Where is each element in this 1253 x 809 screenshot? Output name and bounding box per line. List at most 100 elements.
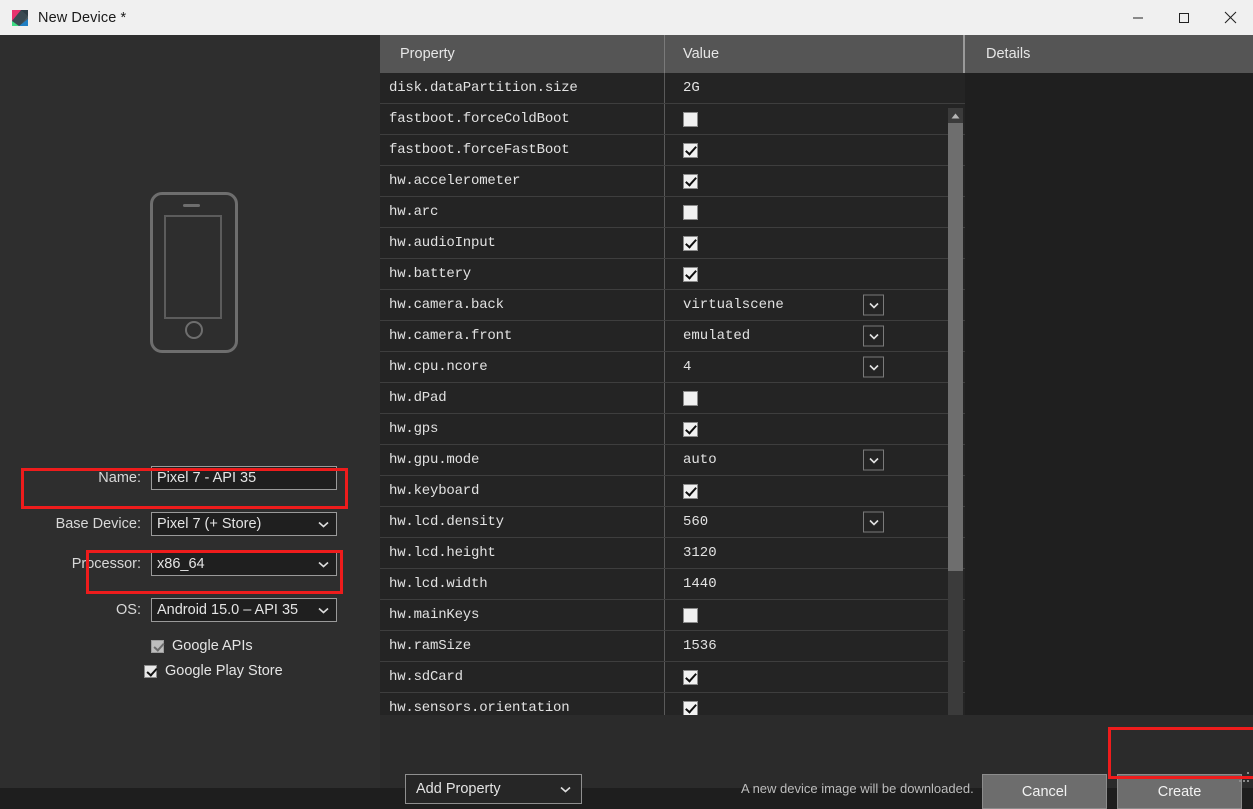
value-dropdown-button[interactable] <box>863 357 884 378</box>
property-value-cell[interactable]: emulated <box>665 321 965 351</box>
table-row[interactable]: hw.gps <box>380 414 965 445</box>
table-vertical-scrollbar[interactable] <box>948 108 963 744</box>
table-header: Property Value <box>380 35 965 73</box>
resize-grip-icon[interactable] <box>1237 772 1250 785</box>
maximize-button[interactable] <box>1161 0 1207 35</box>
value-checkbox-unchecked[interactable] <box>683 391 698 406</box>
processor-select[interactable]: x86_64 <box>151 552 337 576</box>
table-row[interactable]: hw.cpu.ncore4 <box>380 352 965 383</box>
table-row[interactable]: hw.dPad <box>380 383 965 414</box>
cancel-button[interactable]: Cancel <box>982 774 1107 809</box>
property-name-cell: hw.sdCard <box>380 662 665 692</box>
table-row[interactable]: hw.mainKeys <box>380 600 965 631</box>
value-checkbox-checked[interactable] <box>683 174 698 189</box>
property-value-cell[interactable]: 1440 <box>665 569 965 599</box>
table-row[interactable]: hw.arc <box>380 197 965 228</box>
scroll-up-arrow-icon[interactable] <box>948 108 963 123</box>
property-name-cell: hw.arc <box>380 197 665 227</box>
property-value-cell[interactable]: 2G <box>665 73 965 103</box>
table-row[interactable]: hw.gpu.modeauto <box>380 445 965 476</box>
table-row[interactable]: fastboot.forceColdBoot <box>380 104 965 135</box>
table-row[interactable]: hw.camera.backvirtualscene <box>380 290 965 321</box>
scrollbar-thumb[interactable] <box>948 123 963 571</box>
table-row[interactable]: hw.lcd.width1440 <box>380 569 965 600</box>
details-title: Details <box>965 35 1253 73</box>
add-property-select[interactable]: Add Property <box>405 774 582 804</box>
google-play-store-checkbox-row[interactable]: Google Play Store <box>144 663 283 679</box>
property-value-cell[interactable] <box>665 414 965 444</box>
table-row[interactable]: hw.battery <box>380 259 965 290</box>
column-header-value[interactable]: Value <box>665 35 965 73</box>
property-value-cell[interactable] <box>665 383 965 413</box>
value-checkbox-checked[interactable] <box>683 143 698 158</box>
property-value-cell[interactable] <box>665 662 965 692</box>
value-checkbox-checked[interactable] <box>683 670 698 685</box>
column-header-property[interactable]: Property <box>380 35 665 73</box>
minimize-button[interactable] <box>1115 0 1161 35</box>
chevron-down-icon <box>318 516 329 532</box>
property-value-cell[interactable]: 560 <box>665 507 965 537</box>
value-checkbox-checked[interactable] <box>683 701 698 716</box>
value-checkbox-checked[interactable] <box>683 267 698 282</box>
details-panel: Details <box>965 35 1253 715</box>
table-row[interactable]: hw.ramSize 1536 <box>380 631 965 662</box>
property-value-cell[interactable]: virtualscene <box>665 290 965 320</box>
dialog-footer: Add Property A new device image will be … <box>380 715 1253 788</box>
table-row[interactable]: hw.keyboard <box>380 476 965 507</box>
value-dropdown-button[interactable] <box>863 450 884 471</box>
property-value-cell[interactable] <box>665 600 965 630</box>
google-apis-checkbox <box>151 640 164 653</box>
property-name-cell: hw.lcd.height <box>380 538 665 568</box>
property-value-cell[interactable] <box>665 104 965 134</box>
table-row[interactable]: hw.camera.frontemulated <box>380 321 965 352</box>
table-row[interactable]: hw.accelerometer <box>380 166 965 197</box>
window-controls <box>1115 0 1253 35</box>
property-value-cell[interactable]: auto <box>665 445 965 475</box>
close-button[interactable] <box>1207 0 1253 35</box>
property-value-cell[interactable]: 1536 <box>665 631 965 661</box>
table-row[interactable]: hw.sdCard <box>380 662 965 693</box>
value-checkbox-checked[interactable] <box>683 484 698 499</box>
value-checkbox-checked[interactable] <box>683 422 698 437</box>
value-checkbox-unchecked[interactable] <box>683 608 698 623</box>
google-play-store-checkbox <box>144 665 157 678</box>
phone-speaker-icon <box>183 204 200 207</box>
table-row[interactable]: hw.audioInput <box>380 228 965 259</box>
value-dropdown-button[interactable] <box>863 295 884 316</box>
base-device-select[interactable]: Pixel 7 (+ Store) <box>151 512 337 536</box>
download-note: A new device image will be downloaded. <box>741 781 974 796</box>
value-text: 3120 <box>683 545 717 561</box>
property-value-cell[interactable]: 4 <box>665 352 965 382</box>
value-checkbox-unchecked[interactable] <box>683 205 698 220</box>
property-value-cell[interactable] <box>665 259 965 289</box>
property-name-cell: hw.lcd.width <box>380 569 665 599</box>
property-value-cell[interactable] <box>665 693 965 715</box>
property-value-cell[interactable] <box>665 166 965 196</box>
property-value-cell[interactable] <box>665 197 965 227</box>
property-value-cell[interactable] <box>665 135 965 165</box>
name-label: Name: <box>15 470 151 486</box>
value-dropdown-button[interactable] <box>863 326 884 347</box>
value-dropdown-button[interactable] <box>863 512 884 533</box>
property-name-cell: hw.sensors.orientation <box>380 693 665 715</box>
table-row[interactable]: hw.sensors.orientation <box>380 693 965 715</box>
property-name-cell: hw.ramSize <box>380 631 665 661</box>
value-text: 1536 <box>683 638 717 654</box>
property-value-cell[interactable]: 3120 <box>665 538 965 568</box>
table-row[interactable]: hw.lcd.height 3120 <box>380 538 965 569</box>
property-value-cell[interactable] <box>665 228 965 258</box>
value-checkbox-checked[interactable] <box>683 236 698 251</box>
base-device-label: Base Device: <box>15 516 151 532</box>
google-apis-checkbox-row[interactable]: Google APIs <box>151 638 253 654</box>
table-row[interactable]: hw.lcd.density560 <box>380 507 965 538</box>
google-play-store-label: Google Play Store <box>165 663 283 679</box>
os-select[interactable]: Android 15.0 – API 35 <box>151 598 337 622</box>
value-checkbox-unchecked[interactable] <box>683 112 698 127</box>
create-button[interactable]: Create <box>1117 774 1242 809</box>
os-label: OS: <box>15 602 151 618</box>
property-name-cell: disk.dataPartition.size <box>380 73 665 103</box>
name-input[interactable]: Pixel 7 - API 35 <box>151 466 337 490</box>
table-row[interactable]: disk.dataPartition.size2G <box>380 73 965 104</box>
table-row[interactable]: fastboot.forceFastBoot <box>380 135 965 166</box>
property-value-cell[interactable] <box>665 476 965 506</box>
